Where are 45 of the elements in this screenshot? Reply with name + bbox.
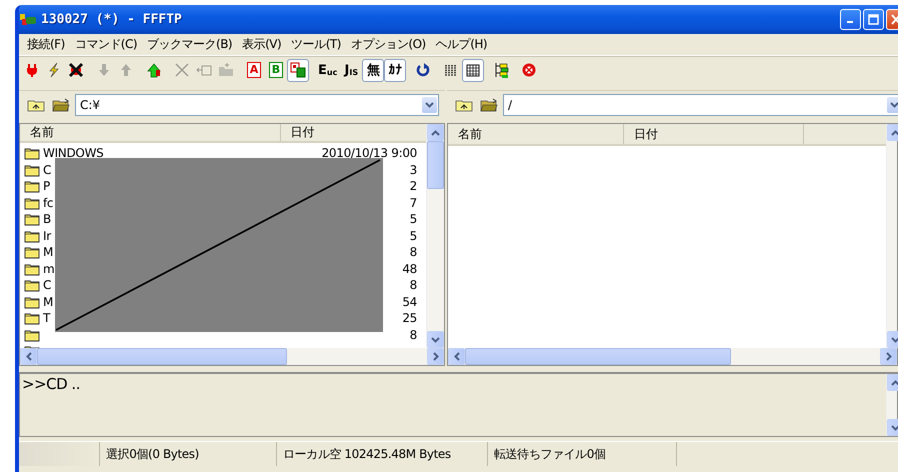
file-date: 48 — [401, 262, 417, 276]
file-name: C — [43, 278, 52, 292]
file-date: 25 — [401, 311, 417, 326]
file-date: 8 — [408, 328, 417, 342]
menu-item[interactable]: コマンド(C) — [70, 36, 142, 53]
file-name: P — [43, 179, 51, 194]
file-date: 8 — [408, 245, 417, 260]
file-date: 8 — [408, 278, 417, 292]
file-date: 3 — [408, 162, 417, 177]
column-header[interactable]: 名前 — [20, 124, 281, 141]
path-field[interactable]: / — [503, 94, 898, 116]
toolbar-button[interactable]: 無 — [362, 58, 384, 82]
file-date: 54 — [401, 294, 417, 309]
log-text: >>CD .. — [21, 374, 81, 395]
menu-item[interactable]: ツール(T) — [286, 36, 346, 53]
file-name: M — [43, 294, 54, 309]
menu-item[interactable]: 接続(F) — [22, 36, 70, 53]
file-name: C — [43, 162, 52, 177]
toolbar-button[interactable]: A — [243, 58, 265, 82]
status-text: ローカル空 102425.48M Bytes — [277, 442, 488, 466]
status-text: 転送待ちファイル0個 — [488, 442, 677, 466]
file-date: 2 — [408, 179, 417, 194]
file-date: 7 — [408, 196, 417, 210]
file-name: B — [43, 212, 52, 226]
file-date: 5 — [408, 212, 417, 226]
file-name: m — [43, 262, 56, 276]
file-date: 2010/10/13 9:00 — [320, 146, 417, 160]
file-name: M — [43, 245, 54, 260]
toolbar-button[interactable]: B — [265, 58, 287, 82]
menu-item[interactable]: オプション(O) — [346, 36, 431, 53]
menu-item[interactable]: 表示(V) — [237, 36, 286, 53]
column-header[interactable]: 日付 — [280, 124, 426, 141]
file-name: fc — [43, 196, 54, 210]
column-header[interactable]: 日付 — [624, 124, 804, 144]
status-text: 選択0個(0 Bytes) — [100, 442, 277, 466]
menu-item[interactable]: ヘルプ(H) — [430, 36, 492, 53]
path-field[interactable]: C:¥ — [75, 94, 439, 116]
file-date: 5 — [408, 228, 417, 243]
column-header[interactable]: 名前 — [448, 124, 624, 144]
window-title: 130027 (*) - FFFTP — [41, 12, 182, 27]
file-name: WINDOWS — [43, 146, 104, 160]
file-name: Ir — [43, 228, 52, 243]
file-name: T — [43, 311, 52, 326]
menu-item[interactable]: ブックマーク(B) — [142, 36, 238, 53]
toolbar-button[interactable]: ｶﾅ — [384, 58, 406, 82]
